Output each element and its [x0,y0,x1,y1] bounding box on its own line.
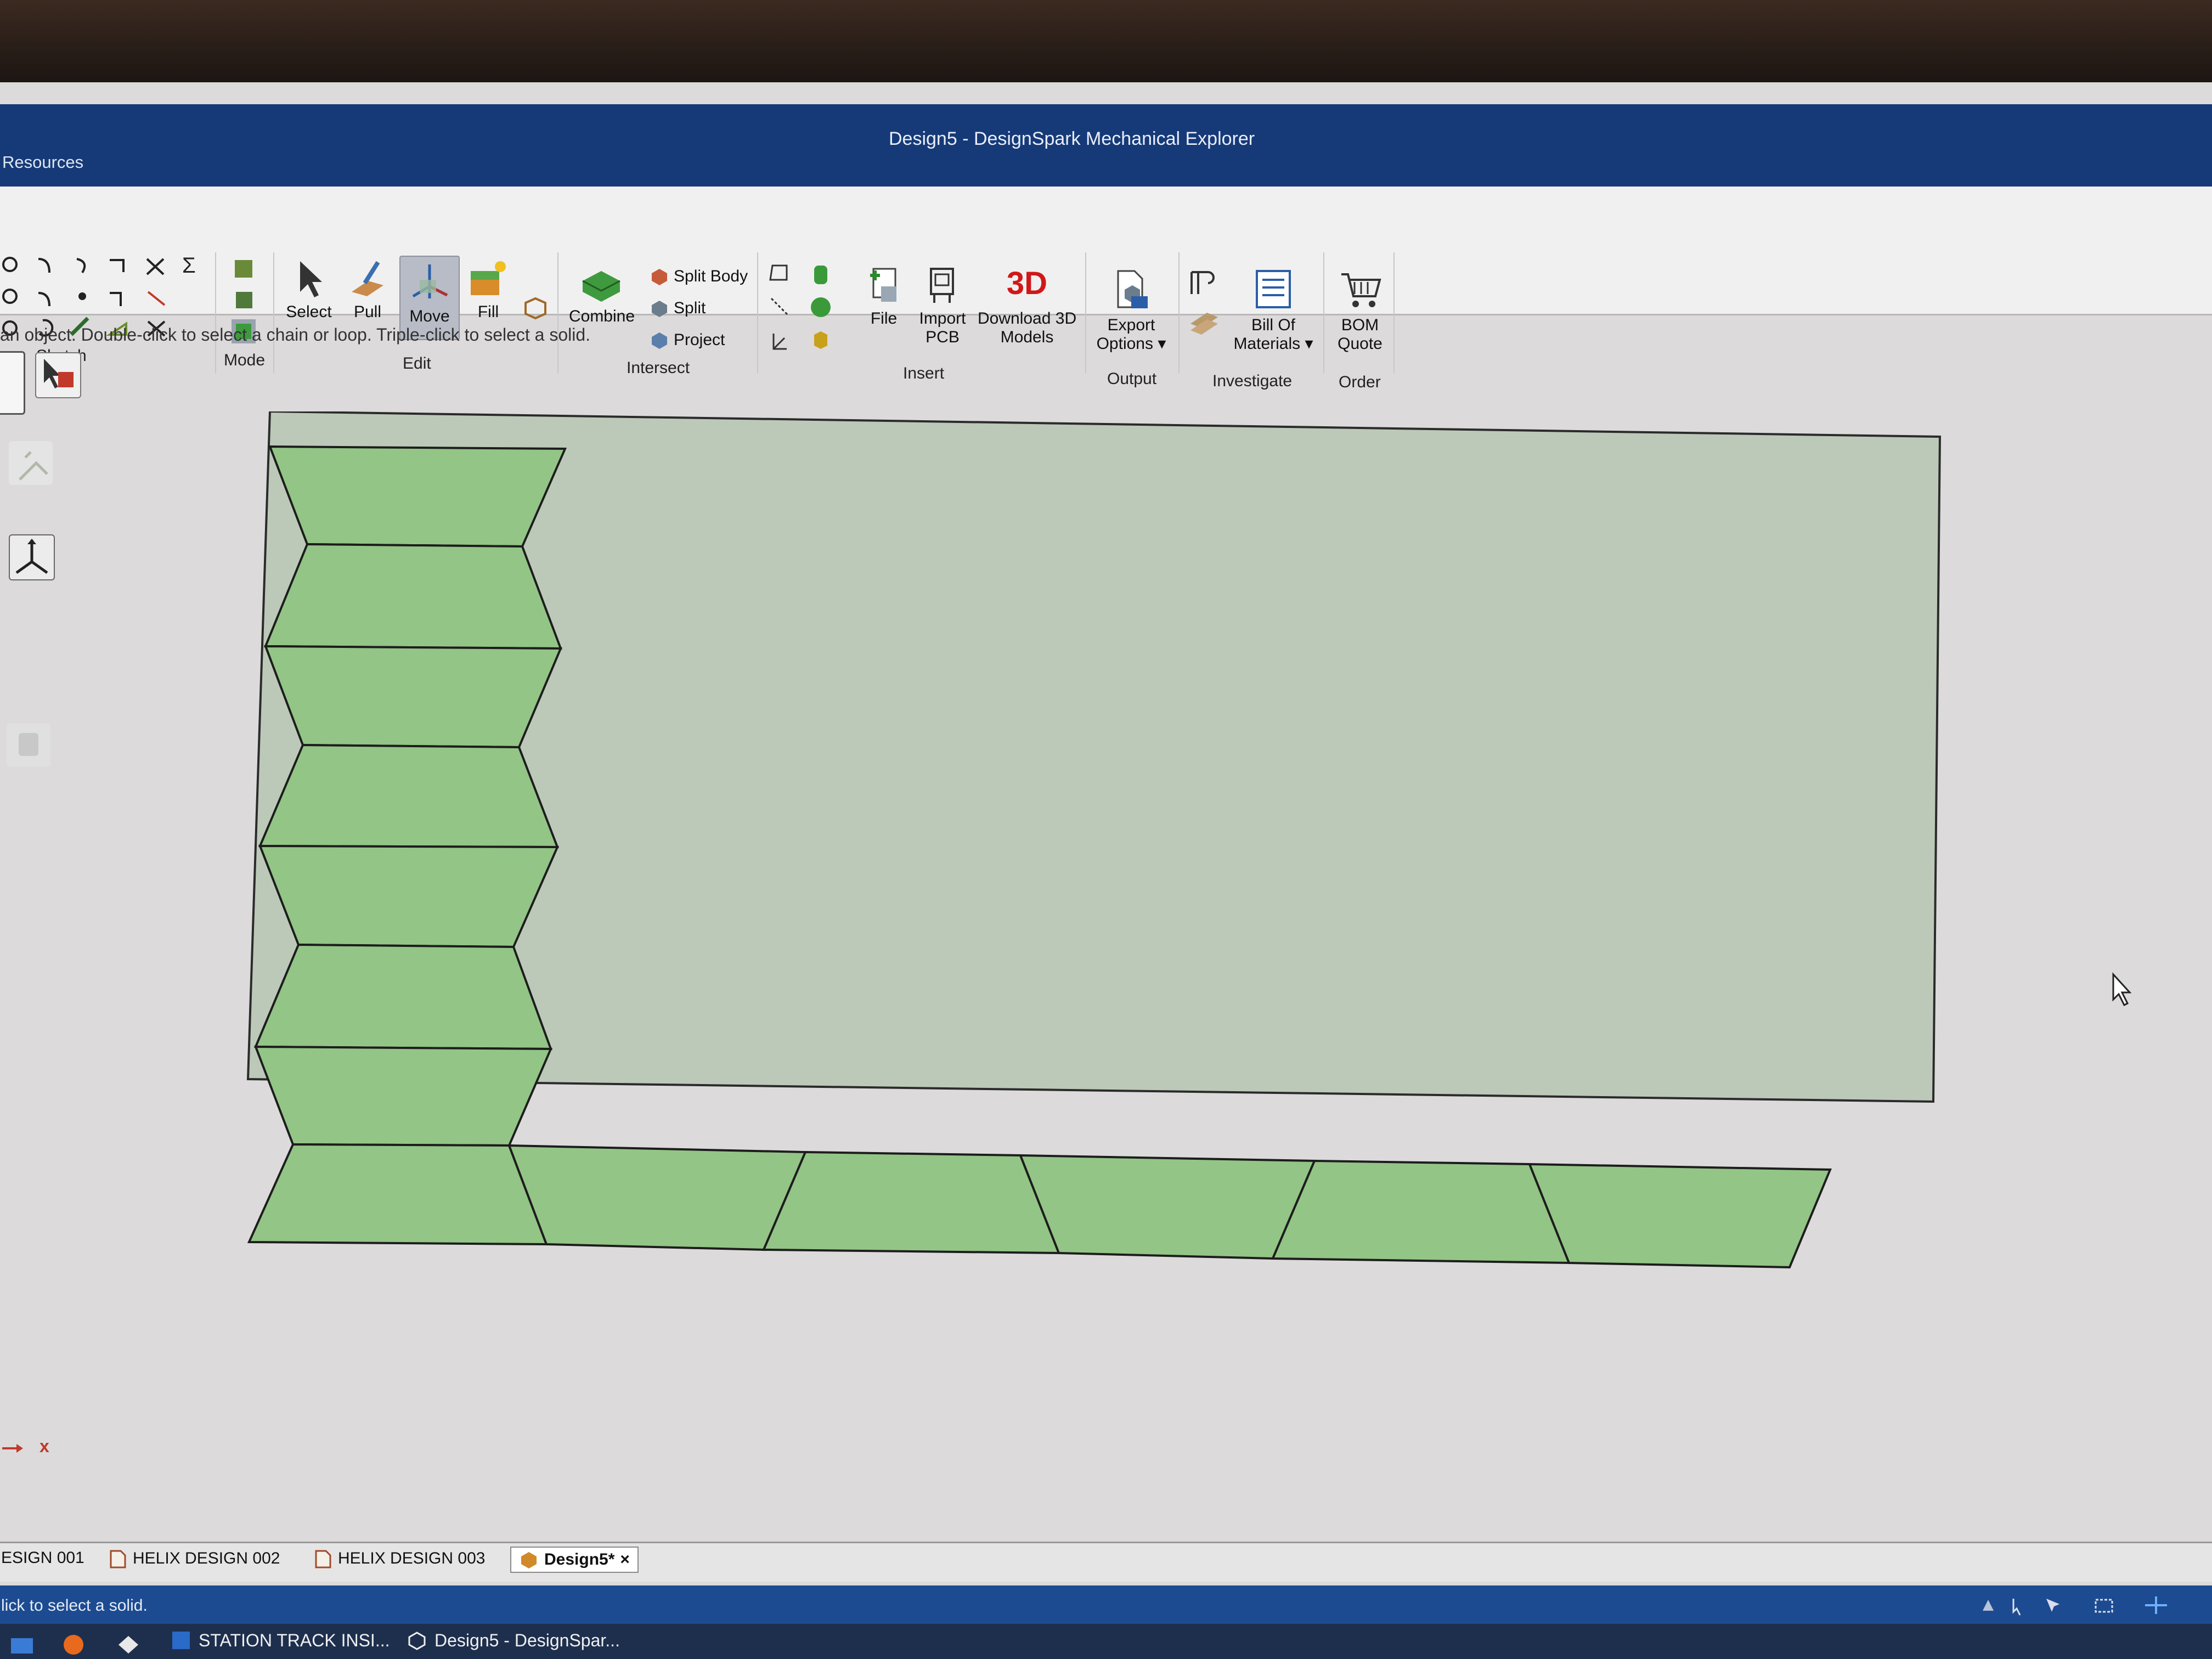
ribbon-divider [757,252,758,373]
insert-shapes-icons[interactable] [768,263,845,357]
axis-indicator-icon [2,1444,23,1453]
panel-face[interactable] [1528,1163,1832,1269]
project-button[interactable]: Project [650,330,725,350]
group-label-output: Output [1107,370,1157,388]
import-pcb-icon [930,268,954,303]
mouse-cursor-icon [2112,972,2132,1007]
panel-face[interactable] [1019,1154,1317,1260]
monitor-bezel [0,0,2212,88]
close-tab-icon[interactable]: × [620,1550,630,1569]
bom-quote-button[interactable]: BOM Quote [1330,268,1390,353]
ribbon-divider [1323,252,1324,373]
combine-button[interactable]: Combine [566,259,637,326]
os-taskbar: STATION TRACK INSI... Design5 - DesignSp… [0,1624,2212,1659]
ribbon-divider [557,252,558,373]
panel-face[interactable] [264,543,562,650]
download-3d-models-button[interactable]: 3D Download 3D Models [978,264,1076,347]
group-label-investigate: Investigate [1212,372,1293,390]
arrow-cursor-icon [300,261,322,297]
import-pcb-button[interactable]: Import PCB [915,264,970,347]
split-button[interactable]: Split [650,298,706,318]
box-icon[interactable] [522,295,548,320]
ribbon-divider [1085,252,1086,373]
doc-tab[interactable]: ESIGN 001 [1,1549,84,1567]
insert-file-button[interactable]: File [859,264,909,328]
export-icon [1117,270,1148,308]
doc-tab[interactable]: HELIX DESIGN 002 [108,1549,280,1568]
design-icon [521,1552,537,1568]
group-label-mode: Mode [224,351,266,369]
split-body-icon [652,269,667,285]
panel-face[interactable] [247,1143,548,1246]
export-options-button[interactable]: Export Options ▾ [1092,268,1171,353]
move-axes-icon [412,264,448,298]
panel-face[interactable] [254,943,552,1051]
mail-icon[interactable] [9,1632,35,1658]
status-tools-icons[interactable] [1975,1594,2211,1616]
panel-face[interactable] [258,844,560,949]
window-title: Design5 - DesignSpark Mechanical Explore… [889,128,1255,149]
document-icon [315,1550,331,1568]
pull-button[interactable]: Pull [346,259,390,321]
project-icon [652,332,667,349]
doc-tab[interactable]: HELIX DESIGN 003 [313,1549,485,1568]
selection-hint: an object. Double-click to select a chai… [0,325,591,345]
application-window: Resources Design5 - DesignSpark Mechanic… [0,82,2212,1659]
title-bar: Resources Design5 - DesignSpark Mechanic… [0,104,2212,192]
bom-list-icon [1256,270,1291,308]
group-label-insert: Insert [903,364,945,382]
panel-face[interactable] [1271,1159,1571,1265]
panel-face[interactable] [507,1144,808,1251]
combine-icon [582,271,620,302]
split-body-button[interactable]: Split Body [650,267,748,286]
panel-face[interactable] [761,1150,1060,1255]
ribbon-toolbar: Σ Sketch Mode Select Pull Move Fill Edit… [0,187,2212,391]
panel-face[interactable] [264,645,563,749]
select-button[interactable]: Select [284,259,334,321]
design-viewport[interactable] [0,411,2212,1591]
ribbon-divider [1178,252,1180,373]
panel-face[interactable] [254,1045,553,1147]
download-3d-logo: 3D [1006,266,1048,301]
group-label-order: Order [1339,373,1381,391]
document-tab-bar: ESIGN 001 HELIX DESIGN 002 HELIX DESIGN … [0,1542,2212,1582]
firefox-icon[interactable] [60,1632,87,1658]
status-text: lick to select a solid. [1,1596,148,1615]
pull-icon [352,261,383,296]
sigma-icon[interactable]: Σ [182,253,196,278]
shopping-cart-icon [1341,273,1381,307]
panel-face[interactable] [268,445,567,548]
axis-x-label: x [40,1436,49,1456]
fill-button[interactable]: Fill [466,259,510,321]
doc-tab-active[interactable]: Design5* × [510,1547,639,1573]
select-tool-icon[interactable] [0,351,25,415]
measure-icons[interactable] [1187,269,1222,351]
document-icon [110,1550,126,1568]
select-body-icon[interactable] [35,352,81,398]
ribbon-divider [215,252,216,373]
file-insert-icon [870,268,896,302]
app-icon[interactable] [115,1632,142,1658]
ribbon-divider [1393,252,1395,373]
designspark-icon [408,1632,426,1650]
bill-of-materials-button[interactable]: Bill Of Materials ▾ [1232,268,1314,353]
fill-icon [471,261,506,295]
split-icon [652,301,667,317]
ribbon-divider [273,252,274,373]
app-window-icon [172,1632,190,1649]
taskbar-item-active[interactable]: Design5 - DesignSpar... [406,1629,620,1651]
group-label-edit: Edit [403,354,431,373]
taskbar-item[interactable]: STATION TRACK INSI... [170,1629,390,1651]
resources-menu[interactable]: Resources [2,153,83,172]
group-label-intersect: Intersect [627,359,690,377]
panel-face[interactable] [258,743,559,849]
